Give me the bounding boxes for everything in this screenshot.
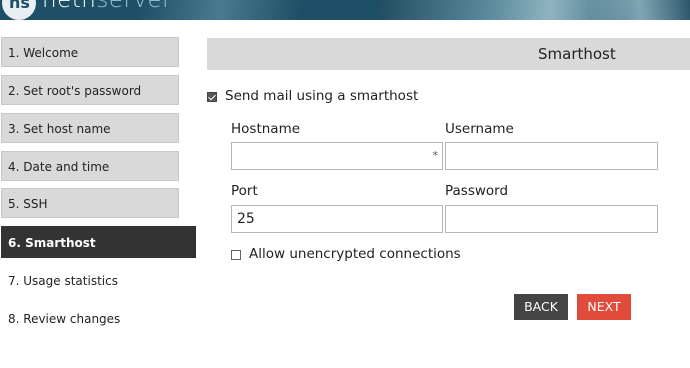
port-input[interactable]: 25 — [231, 205, 443, 233]
step-root-password[interactable]: 2. Set root's password — [1, 75, 179, 105]
logo-badge: ns — [2, 0, 36, 20]
next-button[interactable]: NEXT — [577, 294, 631, 320]
panel-title-bar: Smarthost — [207, 38, 690, 70]
step-usage-statistics[interactable]: 7. Usage statistics — [1, 265, 179, 295]
panel-title: Smarthost — [538, 45, 616, 63]
step-smarthost[interactable]: 6. Smarthost — [1, 226, 196, 258]
port-label: Port — [231, 183, 258, 199]
send-mail-label: Send mail using a smarthost — [225, 88, 419, 104]
step-ssh[interactable]: 5. SSH — [1, 188, 179, 218]
header-banner: ns nethserver — [0, 0, 690, 20]
send-mail-checkbox[interactable] — [207, 92, 217, 102]
hostname-label: Hostname — [231, 121, 301, 137]
header-decoration — [590, 0, 690, 20]
step-welcome[interactable]: 1. Welcome — [1, 37, 179, 67]
logo-text-part2: server — [96, 0, 173, 13]
logo-text-part1: neth — [42, 0, 97, 13]
allow-unencrypted-label: Allow unencrypted connections — [249, 246, 461, 262]
password-label: Password — [445, 183, 509, 199]
allow-unencrypted-checkbox[interactable] — [231, 250, 241, 260]
step-host-name[interactable]: 3. Set host name — [1, 113, 179, 143]
username-label: Username — [445, 121, 514, 137]
step-review-changes[interactable]: 8. Review changes — [1, 303, 179, 333]
required-asterisk: * — [432, 149, 439, 162]
username-input[interactable] — [445, 142, 658, 170]
step-date-time[interactable]: 4. Date and time — [1, 151, 179, 181]
password-input[interactable] — [445, 205, 658, 233]
back-button[interactable]: BACK — [514, 294, 568, 320]
logo-text: nethserver — [42, 0, 172, 13]
hostname-input[interactable]: * — [231, 142, 443, 170]
